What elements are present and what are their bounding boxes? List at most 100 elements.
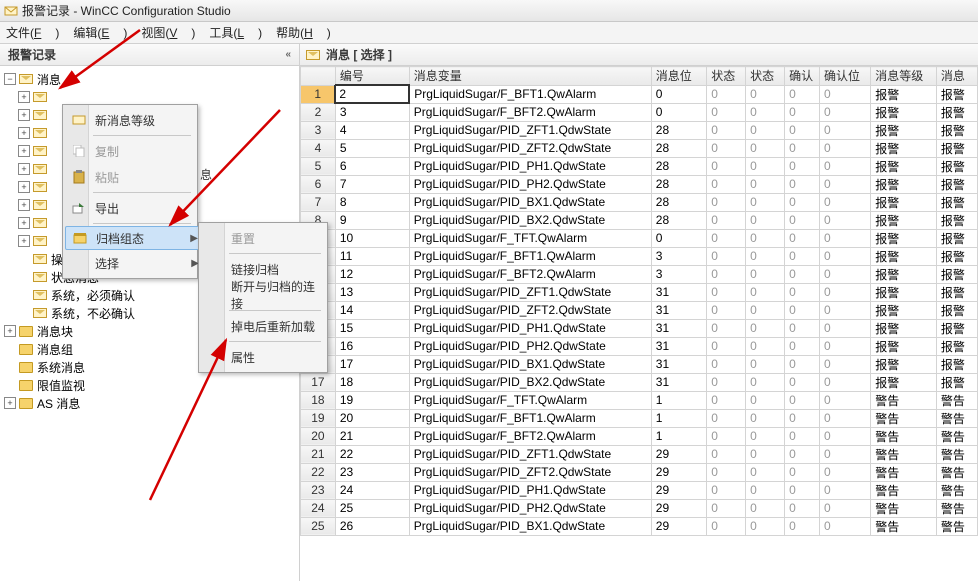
cell-zero[interactable]: 0 — [707, 445, 746, 463]
table-row[interactable]: 1920PrgLiquidSugar/F_BFT1.QwAlarm10000警告… — [301, 409, 978, 427]
column-header[interactable]: 确认 — [785, 67, 820, 86]
cell-zero[interactable]: 0 — [820, 175, 871, 193]
cell-msg[interactable]: 警告 — [936, 499, 977, 517]
cell-zero[interactable]: 0 — [707, 139, 746, 157]
cell-zero[interactable]: 0 — [785, 121, 820, 139]
cell-number[interactable]: 6 — [335, 157, 409, 175]
cell-number[interactable]: 4 — [335, 121, 409, 139]
table-row[interactable]: 2021PrgLiquidSugar/F_BFT2.QwAlarm10000警告… — [301, 427, 978, 445]
cell-msg[interactable]: 报警 — [936, 193, 977, 211]
cell-zero[interactable]: 0 — [785, 517, 820, 535]
cell-zero[interactable]: 0 — [707, 301, 746, 319]
cell-bit[interactable]: 29 — [651, 481, 706, 499]
cell-zero[interactable]: 0 — [785, 445, 820, 463]
cell-zero[interactable]: 0 — [820, 481, 871, 499]
cell-level[interactable]: 报警 — [871, 355, 937, 373]
cell-zero[interactable]: 0 — [707, 265, 746, 283]
cell-msg[interactable]: 报警 — [936, 337, 977, 355]
column-header[interactable]: 状态 — [746, 67, 785, 86]
cell-variable[interactable]: PrgLiquidSugar/F_BFT2.QwAlarm — [409, 103, 651, 121]
cell-number[interactable]: 17 — [335, 355, 409, 373]
cell-zero[interactable]: 0 — [746, 283, 785, 301]
cell-zero[interactable]: 0 — [785, 103, 820, 121]
cell-zero[interactable]: 0 — [746, 247, 785, 265]
cell-level[interactable]: 报警 — [871, 319, 937, 337]
cell-level[interactable]: 报警 — [871, 247, 937, 265]
cell-zero[interactable]: 0 — [707, 121, 746, 139]
cell-zero[interactable]: 0 — [785, 85, 820, 103]
cell-zero[interactable]: 0 — [820, 265, 871, 283]
tree-twisty-icon[interactable]: − — [4, 73, 16, 85]
row-header[interactable]: 20 — [301, 427, 336, 445]
cell-msg[interactable]: 报警 — [936, 319, 977, 337]
cell-zero[interactable]: 0 — [746, 445, 785, 463]
cell-zero[interactable]: 0 — [707, 463, 746, 481]
row-header[interactable]: 17 — [301, 373, 336, 391]
table-row[interactable]: 1112PrgLiquidSugar/F_BFT2.QwAlarm30000报警… — [301, 265, 978, 283]
row-header[interactable]: 3 — [301, 121, 336, 139]
row-header[interactable]: 5 — [301, 157, 336, 175]
cell-zero[interactable]: 0 — [707, 481, 746, 499]
cell-msg[interactable]: 报警 — [936, 265, 977, 283]
context-menu[interactable]: 新消息等级复制粘贴导出归档组态▶选择▶ — [62, 104, 198, 279]
cell-level[interactable]: 报警 — [871, 229, 937, 247]
cell-number[interactable]: 24 — [335, 481, 409, 499]
cell-zero[interactable]: 0 — [746, 301, 785, 319]
cell-number[interactable]: 14 — [335, 301, 409, 319]
cell-zero[interactable]: 0 — [785, 409, 820, 427]
cell-zero[interactable]: 0 — [707, 499, 746, 517]
cell-bit[interactable]: 31 — [651, 337, 706, 355]
menu-h[interactable]: 帮助(H) — [276, 24, 331, 41]
tree-item-as[interactable]: +AS 消息 — [2, 394, 297, 412]
menu-item[interactable]: 新消息等级 — [65, 107, 205, 133]
cell-zero[interactable]: 0 — [746, 319, 785, 337]
cell-variable[interactable]: PrgLiquidSugar/PID_PH1.QdwState — [409, 157, 651, 175]
cell-msg[interactable]: 报警 — [936, 229, 977, 247]
cell-zero[interactable]: 0 — [785, 355, 820, 373]
cell-zero[interactable]: 0 — [820, 463, 871, 481]
cell-zero[interactable]: 0 — [707, 211, 746, 229]
cell-zero[interactable]: 0 — [707, 427, 746, 445]
cell-zero[interactable]: 0 — [707, 337, 746, 355]
cell-level[interactable]: 报警 — [871, 103, 937, 121]
cell-zero[interactable]: 0 — [707, 319, 746, 337]
cell-bit[interactable]: 31 — [651, 319, 706, 337]
cell-bit[interactable]: 29 — [651, 517, 706, 535]
cell-variable[interactable]: PrgLiquidSugar/PID_PH2.QdwState — [409, 337, 651, 355]
cell-number[interactable]: 26 — [335, 517, 409, 535]
cell-variable[interactable]: PrgLiquidSugar/F_BFT1.QwAlarm — [409, 247, 651, 265]
cell-variable[interactable]: PrgLiquidSugar/PID_ZFT2.QdwState — [409, 139, 651, 157]
table-row[interactable]: 2122PrgLiquidSugar/PID_ZFT1.QdwState2900… — [301, 445, 978, 463]
cell-variable[interactable]: PrgLiquidSugar/PID_ZFT1.QdwState — [409, 283, 651, 301]
cell-level[interactable]: 报警 — [871, 265, 937, 283]
cell-zero[interactable]: 0 — [820, 283, 871, 301]
corner-cell[interactable] — [301, 67, 336, 86]
menu-item[interactable]: 归档组态▶ — [65, 226, 205, 250]
cell-zero[interactable]: 0 — [785, 247, 820, 265]
cell-number[interactable]: 8 — [335, 193, 409, 211]
menu-item[interactable]: 导出 — [65, 195, 205, 221]
cell-level[interactable]: 警告 — [871, 427, 937, 445]
cell-zero[interactable]: 0 — [746, 463, 785, 481]
cell-variable[interactable]: PrgLiquidSugar/F_BFT1.QwAlarm — [409, 409, 651, 427]
cell-bit[interactable]: 3 — [651, 247, 706, 265]
cell-zero[interactable]: 0 — [707, 517, 746, 535]
menu-item[interactable]: 选择▶ — [65, 250, 205, 276]
cell-level[interactable]: 警告 — [871, 391, 937, 409]
cell-number[interactable]: 3 — [335, 103, 409, 121]
table-row[interactable]: 1516PrgLiquidSugar/PID_PH2.QdwState31000… — [301, 337, 978, 355]
table-row[interactable]: 1718PrgLiquidSugar/PID_BX2.QdwState31000… — [301, 373, 978, 391]
table-row[interactable]: 67PrgLiquidSugar/PID_PH2.QdwState280000报… — [301, 175, 978, 193]
menu-v[interactable]: 视图(V) — [141, 24, 195, 41]
cell-number[interactable]: 19 — [335, 391, 409, 409]
table-row[interactable]: 1213PrgLiquidSugar/PID_ZFT1.QdwState3100… — [301, 283, 978, 301]
table-row[interactable]: 12PrgLiquidSugar/F_BFT1.QwAlarm00000报警报警 — [301, 85, 978, 103]
cell-variable[interactable]: PrgLiquidSugar/PID_BX2.QdwState — [409, 211, 651, 229]
row-header[interactable]: 25 — [301, 517, 336, 535]
cell-variable[interactable]: PrgLiquidSugar/PID_PH2.QdwState — [409, 175, 651, 193]
cell-zero[interactable]: 0 — [746, 391, 785, 409]
cell-zero[interactable]: 0 — [746, 265, 785, 283]
cell-level[interactable]: 报警 — [871, 175, 937, 193]
cell-zero[interactable]: 0 — [785, 319, 820, 337]
table-row[interactable]: 1314PrgLiquidSugar/PID_ZFT2.QdwState3100… — [301, 301, 978, 319]
